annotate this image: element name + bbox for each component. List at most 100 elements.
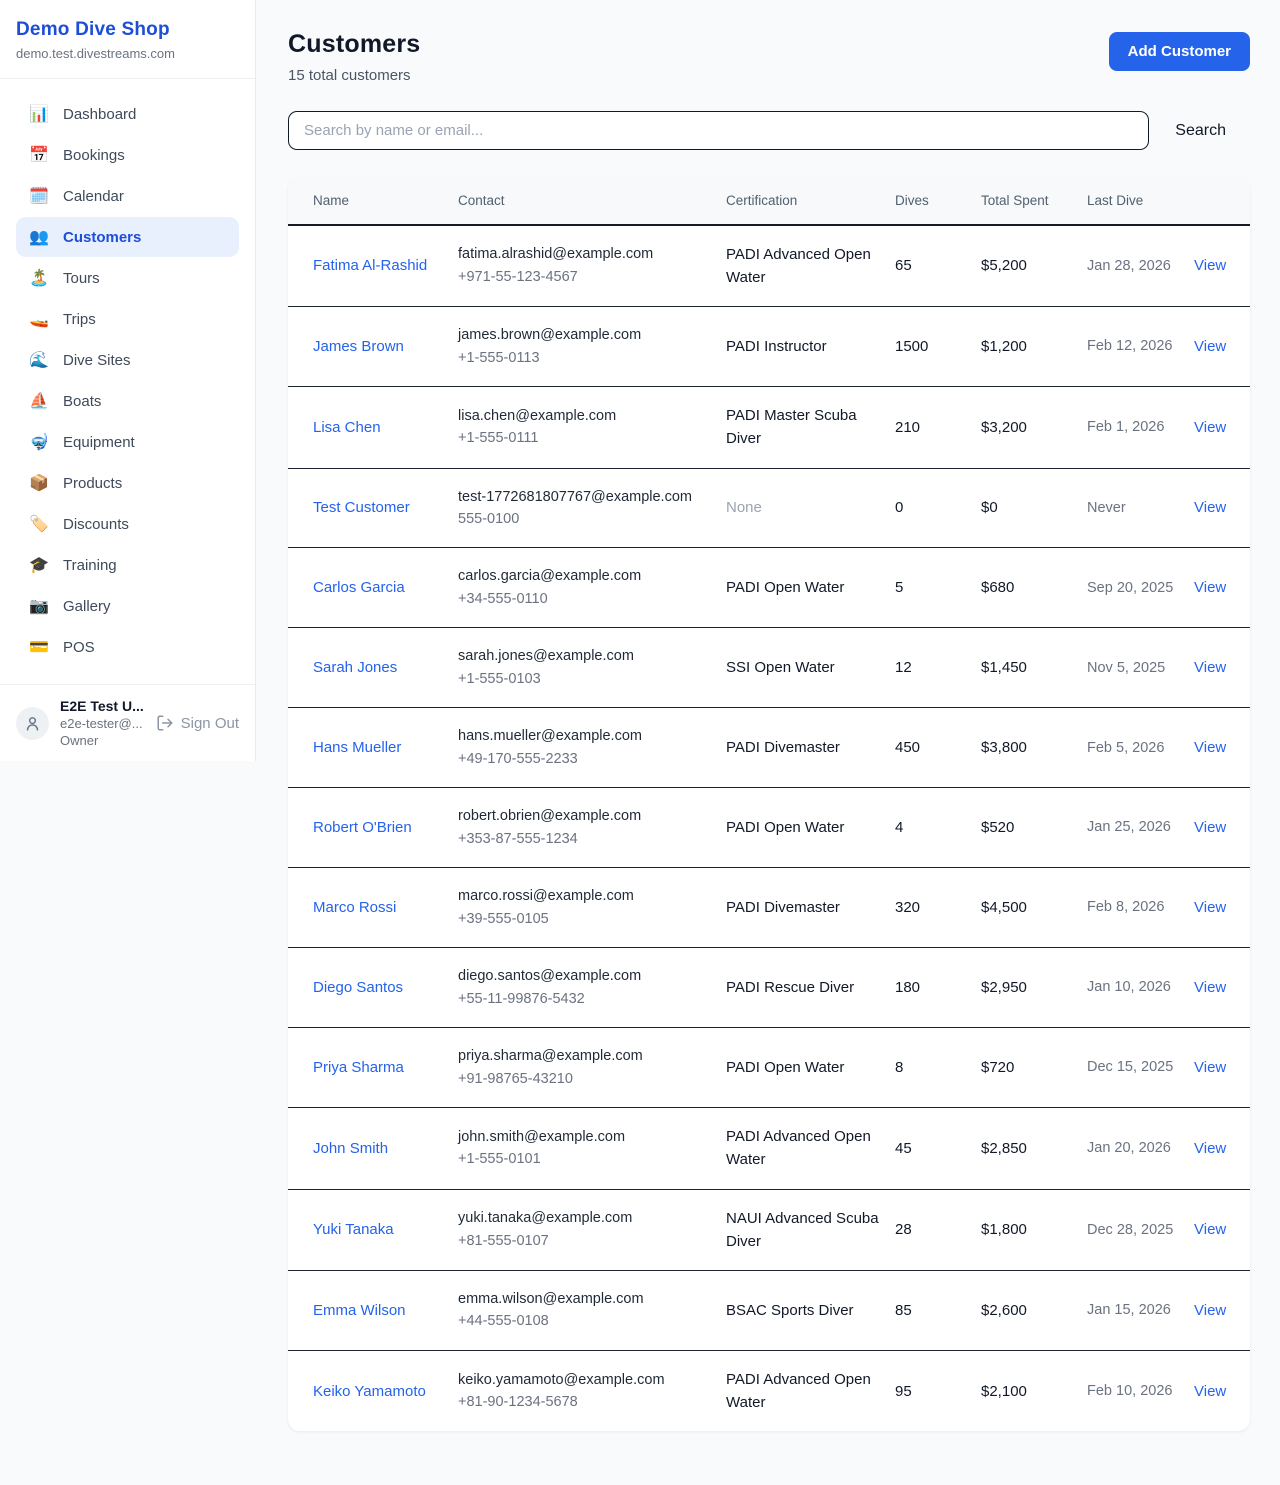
sidebar-item-products[interactable]: 📦 Products <box>16 463 239 503</box>
customer-name-link[interactable]: Test Customer <box>313 499 410 516</box>
customer-name-link[interactable]: Fatima Al-Rashid <box>313 257 427 274</box>
sidebar-item-discounts[interactable]: 🏷️ Discounts <box>16 504 239 544</box>
customer-name-link[interactable]: Hans Mueller <box>313 739 401 756</box>
customer-total-spent: $3,800 <box>981 708 1087 788</box>
view-customer-link[interactable]: View <box>1194 659 1226 676</box>
customer-total-spent: $1,800 <box>981 1189 1087 1271</box>
search-bar: Search <box>288 111 1250 150</box>
trips-icon: 🚤 <box>28 309 50 329</box>
customer-name-link[interactable]: Sarah Jones <box>313 659 397 676</box>
customer-name-link[interactable]: Marco Rossi <box>313 899 396 916</box>
view-customer-link[interactable]: View <box>1194 579 1226 596</box>
view-customer-link[interactable]: View <box>1194 499 1226 516</box>
customer-name-link[interactable]: Emma Wilson <box>313 1302 406 1319</box>
sidebar-item-dive-sites[interactable]: 🌊 Dive Sites <box>16 340 239 380</box>
customer-name-link[interactable]: Robert O'Brien <box>313 819 412 836</box>
sidebar-item-tours[interactable]: 🏝️ Tours <box>16 258 239 298</box>
sign-out-button[interactable]: Sign Out <box>156 714 239 732</box>
customers-table-card: NameContactCertificationDivesTotal Spent… <box>288 178 1250 1431</box>
table-row: Emma Wilson emma.wilson@example.com +44-… <box>288 1271 1250 1351</box>
sidebar-item-label: Dive Sites <box>63 352 131 369</box>
sidebar-item-dashboard[interactable]: 📊 Dashboard <box>16 94 239 134</box>
customer-certification: PADI Divemaster <box>726 868 895 948</box>
customer-certification: PADI Master Scuba Diver <box>726 387 895 469</box>
view-customer-link[interactable]: View <box>1194 1140 1226 1157</box>
table-row: John Smith john.smith@example.com +1-555… <box>288 1108 1250 1190</box>
sidebar-item-pos[interactable]: 💳 POS <box>16 627 239 667</box>
customer-last-dive: Jan 28, 2026 <box>1087 225 1194 307</box>
customer-name-link[interactable]: James Brown <box>313 338 404 355</box>
table-row: Robert O'Brien robert.obrien@example.com… <box>288 788 1250 868</box>
customer-last-dive: Feb 1, 2026 <box>1087 387 1194 469</box>
customer-phone: +81-555-0107 <box>458 1230 712 1252</box>
sidebar-item-label: Tours <box>63 270 100 287</box>
search-button[interactable]: Search <box>1149 122 1250 140</box>
sidebar-item-equipment[interactable]: 🤿 Equipment <box>16 422 239 462</box>
training-icon: 🎓 <box>28 555 50 575</box>
customer-name-link[interactable]: Yuki Tanaka <box>313 1221 394 1238</box>
customer-phone: +91-98765-43210 <box>458 1068 712 1090</box>
sidebar-item-trips[interactable]: 🚤 Trips <box>16 299 239 339</box>
search-input[interactable] <box>288 111 1149 150</box>
customer-certification: NAUI Advanced Scuba Diver <box>726 1189 895 1271</box>
sidebar-item-label: Customers <box>63 229 141 246</box>
customer-phone: +1-555-0103 <box>458 668 712 690</box>
view-customer-link[interactable]: View <box>1194 419 1226 436</box>
customer-dives: 28 <box>895 1189 981 1271</box>
view-customer-link[interactable]: View <box>1194 1221 1226 1238</box>
customer-certification: PADI Open Water <box>726 1028 895 1108</box>
customer-last-dive: Jan 25, 2026 <box>1087 788 1194 868</box>
user-footer: E2E Test U... e2e-tester@... Owner Sign … <box>0 684 255 761</box>
customer-phone: +1-555-0113 <box>458 347 712 369</box>
view-customer-link[interactable]: View <box>1194 257 1226 274</box>
add-customer-button[interactable]: Add Customer <box>1109 32 1250 71</box>
view-customer-link[interactable]: View <box>1194 338 1226 355</box>
equipment-icon: 🤿 <box>28 432 50 452</box>
customer-certification: PADI Rescue Diver <box>726 948 895 1028</box>
gallery-icon: 📷 <box>28 596 50 616</box>
sidebar-item-calendar[interactable]: 🗓️ Calendar <box>16 176 239 216</box>
view-customer-link[interactable]: View <box>1194 819 1226 836</box>
view-customer-link[interactable]: View <box>1194 979 1226 996</box>
customer-total-spent: $2,850 <box>981 1108 1087 1190</box>
sidebar-item-gallery[interactable]: 📷 Gallery <box>16 586 239 626</box>
view-customer-link[interactable]: View <box>1194 1383 1226 1400</box>
customer-certification: BSAC Sports Diver <box>726 1271 895 1351</box>
customer-last-dive: Feb 5, 2026 <box>1087 708 1194 788</box>
customer-dives: 8 <box>895 1028 981 1108</box>
sidebar-item-training[interactable]: 🎓 Training <box>16 545 239 585</box>
customer-email: test-1772681807767@example.com <box>458 486 712 508</box>
table-row: Hans Mueller hans.mueller@example.com +4… <box>288 708 1250 788</box>
customer-email: yuki.tanaka@example.com <box>458 1207 712 1229</box>
column-header-contact: Contact <box>458 178 726 225</box>
view-customer-link[interactable]: View <box>1194 899 1226 916</box>
customer-email: lisa.chen@example.com <box>458 405 712 427</box>
view-customer-link[interactable]: View <box>1194 1302 1226 1319</box>
sidebar-item-boats[interactable]: ⛵ Boats <box>16 381 239 421</box>
customer-name-link[interactable]: John Smith <box>313 1140 388 1157</box>
customer-phone: 555-0100 <box>458 508 712 530</box>
view-customer-link[interactable]: View <box>1194 1059 1226 1076</box>
customer-last-dive: Never <box>1087 468 1194 548</box>
customer-last-dive: Jan 15, 2026 <box>1087 1271 1194 1351</box>
table-row: Sarah Jones sarah.jones@example.com +1-5… <box>288 628 1250 708</box>
customer-dives: 4 <box>895 788 981 868</box>
sidebar-item-bookings[interactable]: 📅 Bookings <box>16 135 239 175</box>
sidebar-item-label: Equipment <box>63 434 135 451</box>
customer-name-link[interactable]: Diego Santos <box>313 979 403 996</box>
customer-name-link[interactable]: Priya Sharma <box>313 1059 404 1076</box>
table-row: Diego Santos diego.santos@example.com +5… <box>288 948 1250 1028</box>
customer-name-link[interactable]: Lisa Chen <box>313 419 381 436</box>
column-header-total-spent: Total Spent <box>981 178 1087 225</box>
view-customer-link[interactable]: View <box>1194 739 1226 756</box>
customer-certification: None <box>726 468 895 548</box>
customer-total-spent: $3,200 <box>981 387 1087 469</box>
customer-last-dive: Dec 15, 2025 <box>1087 1028 1194 1108</box>
customer-name-link[interactable]: Keiko Yamamoto <box>313 1383 426 1400</box>
logout-icon <box>156 714 174 732</box>
customers-icon: 👥 <box>28 227 50 247</box>
user-info: E2E Test U... e2e-tester@... Owner <box>60 698 145 748</box>
customer-total-spent: $2,100 <box>981 1350 1087 1431</box>
customer-name-link[interactable]: Carlos Garcia <box>313 579 405 596</box>
sidebar-item-customers[interactable]: 👥 Customers <box>16 217 239 257</box>
